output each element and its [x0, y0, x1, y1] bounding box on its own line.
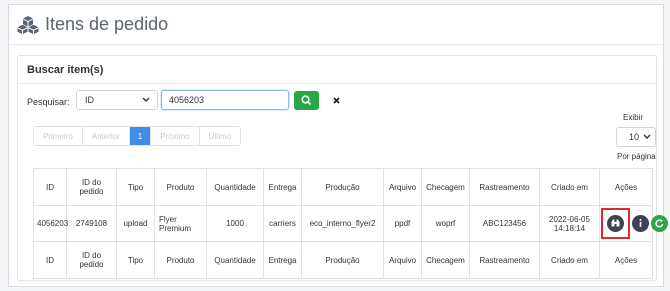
column-footer: ID do pedido: [66, 241, 117, 279]
page-title: Itens de pedido: [45, 14, 169, 34]
pagination-next[interactable]: Próximo: [151, 127, 200, 145]
cell-file: ppdf: [383, 205, 422, 242]
view-details-button[interactable]: [607, 215, 624, 232]
chevron-down-icon: [142, 91, 150, 115]
cell-actions: [599, 205, 668, 242]
items-table: ID ID do pedido Tipo Produto Quantidade …: [33, 168, 668, 279]
column-header: Produto: [154, 168, 207, 206]
cell-tracking: ABC123456: [469, 205, 540, 242]
search-field-value: ID: [85, 95, 94, 105]
cell-quantity: 1000: [206, 205, 264, 242]
refresh-button[interactable]: [651, 215, 668, 232]
column-footer: Produto: [154, 241, 207, 279]
search-field-select[interactable]: ID: [76, 90, 158, 110]
column-header: Ações: [599, 168, 653, 206]
cell-production: eco_interno_flyer2: [301, 205, 384, 242]
cell-order-id: 2749108: [66, 205, 117, 242]
column-footer: Arquivo: [383, 241, 422, 279]
page-size-value: 10: [629, 132, 640, 142]
column-header: ID: [33, 168, 67, 206]
column-header: Tipo: [116, 168, 155, 206]
card-title: Buscar item(s): [27, 64, 104, 76]
highlighted-action: [601, 208, 630, 239]
table-row: 4056203 2749108 upload Flyer Premium 100…: [33, 205, 668, 242]
column-header: ID do pedido: [66, 168, 117, 206]
page-size-label: Exibir: [623, 113, 644, 122]
column-footer: Checagem: [421, 241, 470, 279]
column-header: Checagem: [421, 168, 470, 206]
table-header-row: ID ID do pedido Tipo Produto Quantidade …: [33, 168, 653, 206]
pagination-first[interactable]: Primeiro: [34, 127, 83, 145]
cell-id: 4056203: [33, 205, 68, 242]
column-footer: Quantidade: [206, 241, 264, 279]
column-footer: Criado em: [539, 241, 600, 279]
column-footer: ID: [33, 241, 67, 279]
pagination: Primeiro Anterior 1 Próximo Último: [33, 126, 242, 146]
column-footer: Tipo: [116, 241, 155, 279]
card-divider: [18, 83, 656, 84]
search-label: Pesquisar:: [27, 97, 70, 107]
info-button[interactable]: [632, 215, 649, 232]
column-footer: Produção: [301, 241, 384, 279]
clear-search-button[interactable]: [324, 91, 349, 110]
column-header: Produção: [301, 168, 384, 206]
chevron-down-icon: [643, 128, 651, 152]
search-input[interactable]: 4056203: [161, 90, 289, 110]
app-frame: Itens de pedido Buscar item(s) Pesquisar…: [8, 4, 668, 287]
per-page-label: Por página: [617, 152, 656, 161]
cubes-icon: [17, 15, 39, 34]
pagination-current-page[interactable]: 1: [129, 127, 152, 145]
cell-delivery: carriers: [263, 205, 302, 242]
pagination-previous[interactable]: Anterior: [82, 127, 130, 145]
column-header: Criado em: [539, 168, 600, 206]
cell-product: Flyer Premium: [154, 205, 207, 242]
page-header: Itens de pedido: [9, 5, 663, 45]
column-footer: Entrega: [263, 241, 302, 279]
search-button[interactable]: [294, 91, 319, 110]
pagination-last[interactable]: Último: [199, 127, 241, 145]
column-header: Rastreamento: [469, 168, 540, 206]
page-size-select[interactable]: 10: [616, 127, 656, 147]
column-header: Entrega: [263, 168, 302, 206]
column-footer: Ações: [599, 241, 653, 279]
column-header: Quantidade: [206, 168, 264, 206]
cell-type: upload: [116, 205, 155, 242]
cell-check: woprf: [421, 205, 470, 242]
table-footer-row: ID ID do pedido Tipo Produto Quantidade …: [33, 241, 653, 279]
search-icon: [294, 95, 319, 114]
cell-created-at: 2022-06-05 14:18:14: [539, 205, 600, 242]
search-card: Buscar item(s) Pesquisar: ID 4056203 Pri…: [17, 55, 668, 281]
close-icon: [324, 97, 349, 114]
column-footer: Rastreamento: [469, 241, 540, 279]
column-header: Arquivo: [383, 168, 422, 206]
